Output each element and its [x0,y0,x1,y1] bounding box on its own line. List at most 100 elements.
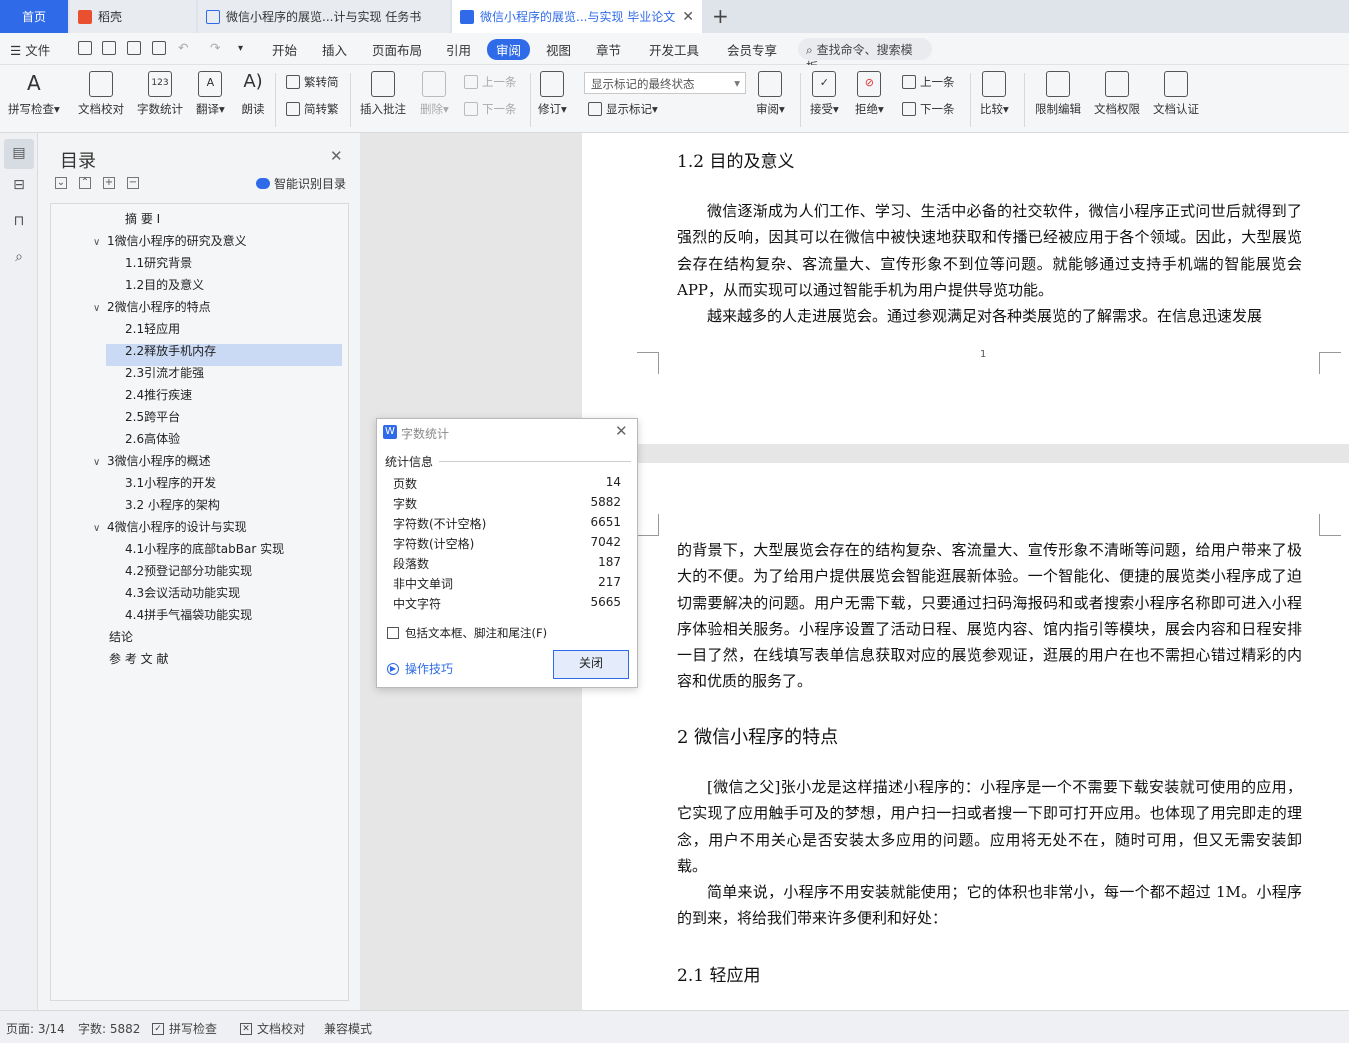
toc-item[interactable]: 4.3会议活动功能实现 [125,582,240,604]
document-page[interactable]: 1.2 目的及意义 微信逐渐成为人们工作、学习、生活中必备的社交软件，微信小程序… [582,133,1349,444]
print-preview-icon[interactable] [152,41,166,55]
review-pane-button[interactable]: 审阅▾ [756,71,785,117]
accept-button[interactable]: ✓ 接受▾ [810,71,839,117]
page-indicator[interactable]: 页面: 3/14 [6,1020,65,1037]
proofread-status[interactable]: ✕ 文档校对 [240,1020,305,1037]
checkbox-icon[interactable] [387,627,399,639]
file-menu[interactable]: ☰ 文件 [10,40,50,59]
print-icon[interactable] [127,41,141,55]
menu-review[interactable]: 审阅 [487,39,531,60]
collapse-all-icon[interactable]: ⌄ [55,177,67,189]
toc-item[interactable]: 4.2预登记部分功能实现 [125,560,252,582]
quick-access-dropdown-icon[interactable]: ▾ [238,43,243,54]
toc-item[interactable]: 结论 [109,626,133,648]
toc-item[interactable]: 参 考 文 献 [109,648,168,670]
toc-item[interactable]: ∨ 3微信小程序的概述 [93,450,211,472]
insert-comment-button[interactable]: 插入批注 [360,71,406,117]
bookmark-icon[interactable]: ⊓ [10,213,28,231]
next-comment-button[interactable]: 下一条 [464,101,517,117]
track-changes-icon [540,71,565,97]
toc-item[interactable]: 4.1小程序的底部tabBar 实现 [125,538,284,560]
chapter-nav-icon[interactable]: ⊟ [10,177,28,195]
document-page[interactable]: 的背景下，大型展览会存在的结构复杂、客流量大、宣传形象不清晰等问题，给用户带来了… [582,463,1349,1010]
compare-button[interactable]: 比较▾ [980,71,1009,117]
spellcheck-status[interactable]: ✓ 拼写检查 [152,1020,217,1037]
tab-home[interactable]: 首页 [0,0,68,33]
doc-permission-button[interactable]: 文档权限 [1094,71,1140,117]
read-aloud-button[interactable]: A) 朗读 [241,71,265,117]
toc-item[interactable]: 2.6高体验 [125,428,180,450]
spellcheck-button[interactable]: A 拼写检查▾ [8,71,60,117]
chevron-down-icon[interactable]: ∨ [93,452,107,474]
menu-devtools[interactable]: 开发工具 [649,40,699,59]
menu-layout[interactable]: 页面布局 [372,40,422,59]
include-textbox-checkbox[interactable]: 包括文本框、脚注和尾注(F) [387,625,547,641]
daoke-icon [78,9,92,24]
close-icon[interactable]: ✕ [330,147,343,165]
menu-insert[interactable]: 插入 [322,40,347,59]
smart-toc-button[interactable]: 智能识别目录 [256,175,346,192]
chevron-down-icon[interactable]: ∨ [93,298,107,320]
toc-item[interactable]: 3.1小程序的开发 [125,472,216,494]
tips-link[interactable]: ▶ 操作技巧 [387,660,453,677]
toc-item[interactable]: ∨ 4微信小程序的设计与实现 [93,516,247,538]
restrict-editing-button[interactable]: 限制编辑 [1035,71,1081,117]
menu-member[interactable]: 会员专享 [727,40,777,59]
section-heading: 2.1 轻应用 [677,966,761,986]
search-icon[interactable]: ⌕ [10,249,28,267]
read-aloud-label: 朗读 [241,102,265,116]
markup-mode-select[interactable]: 显示标记的最终状态 [584,72,746,94]
chevron-down-icon[interactable]: ∨ [93,232,107,254]
chevron-down-icon[interactable]: ∨ [93,518,107,540]
proofread-button[interactable]: 文档校对 [78,71,124,117]
prev-comment-button[interactable]: 上一条 [464,74,517,90]
status-bar: 页面: 3/14 字数: 5882 ✓ 拼写检查 ✕ 文档校对 兼容模式 [0,1010,1349,1043]
toc-item[interactable]: 1.2目的及意义 [125,274,204,296]
show-markup-button[interactable]: 显示标记 ▾ [588,101,658,117]
toc-item[interactable]: 摘 要 Ⅰ [125,208,160,230]
toc-item[interactable]: 2.1轻应用 [125,318,180,340]
expand-all-icon[interactable]: ⌃ [79,177,91,189]
remove-level-icon[interactable]: − [127,177,139,189]
new-tab-button[interactable]: + [712,4,729,28]
stat-label: 段落数 [393,557,430,571]
toc-item[interactable]: 2.5跨平台 [125,406,180,428]
menu-references[interactable]: 引用 [446,40,471,59]
save-icon[interactable] [78,41,92,55]
toc-item[interactable]: 2.3引流才能强 [125,362,204,384]
track-changes-button[interactable]: 修订▾ [538,71,567,117]
export-icon[interactable] [102,41,116,55]
toc-item[interactable]: 2.4推行疾速 [125,384,192,406]
wordcount-button[interactable]: 123 字数统计 [137,71,183,117]
add-level-icon[interactable]: + [103,177,115,189]
menu-home[interactable]: 开始 [272,40,297,59]
toc-item[interactable]: 1.1研究背景 [125,252,192,274]
prev-change-button[interactable]: 上一条 [902,74,955,90]
word-count-indicator[interactable]: 字数: 5882 [78,1020,140,1037]
toc-item[interactable]: ∨ 1微信小程序的研究及意义 [93,230,247,252]
close-button[interactable]: 关闭 [553,650,629,679]
toc-item[interactable]: 2.2释放手机内存 [125,340,216,362]
toc-panel-icon[interactable]: ▤ [4,139,34,169]
undo-icon[interactable]: ↶ [178,40,188,55]
tab-doc-thesis[interactable]: 微信小程序的展览...与实现 毕业论文 ✕ [452,0,702,33]
stat-label: 字符数(不计空格) [393,517,487,531]
menu-view[interactable]: 视图 [546,40,571,59]
translate-button[interactable]: A 翻译▾ [196,71,225,117]
toc-item[interactable]: 4.4拼手气福袋功能实现 [125,604,252,626]
tab-doc-task[interactable]: 微信小程序的展览...计与实现 任务书 [198,0,450,33]
trad-to-simp-button[interactable]: 繁转简 [286,74,339,90]
menu-chapter[interactable]: 章节 [596,40,621,59]
toc-item[interactable]: 3.2 小程序的架构 [125,494,220,516]
close-icon[interactable]: ✕ [615,422,628,440]
delete-comment-button[interactable]: 删除▾ [420,71,449,117]
redo-icon[interactable]: ↷ [210,40,220,55]
toc-item[interactable]: ∨ 2微信小程序的特点 [93,296,211,318]
tab-daoke[interactable]: 稻壳 [70,0,196,33]
next-change-button[interactable]: 下一条 [902,101,955,117]
reject-button[interactable]: ⊘ 拒绝▾ [855,71,884,117]
doc-cert-button[interactable]: 文档认证 [1153,71,1199,117]
close-tab-icon[interactable]: ✕ [682,9,694,25]
simp-to-trad-button[interactable]: 简转繁 [286,101,339,117]
command-search[interactable]: ⌕ 查找命令、搜索模板 [798,38,932,74]
